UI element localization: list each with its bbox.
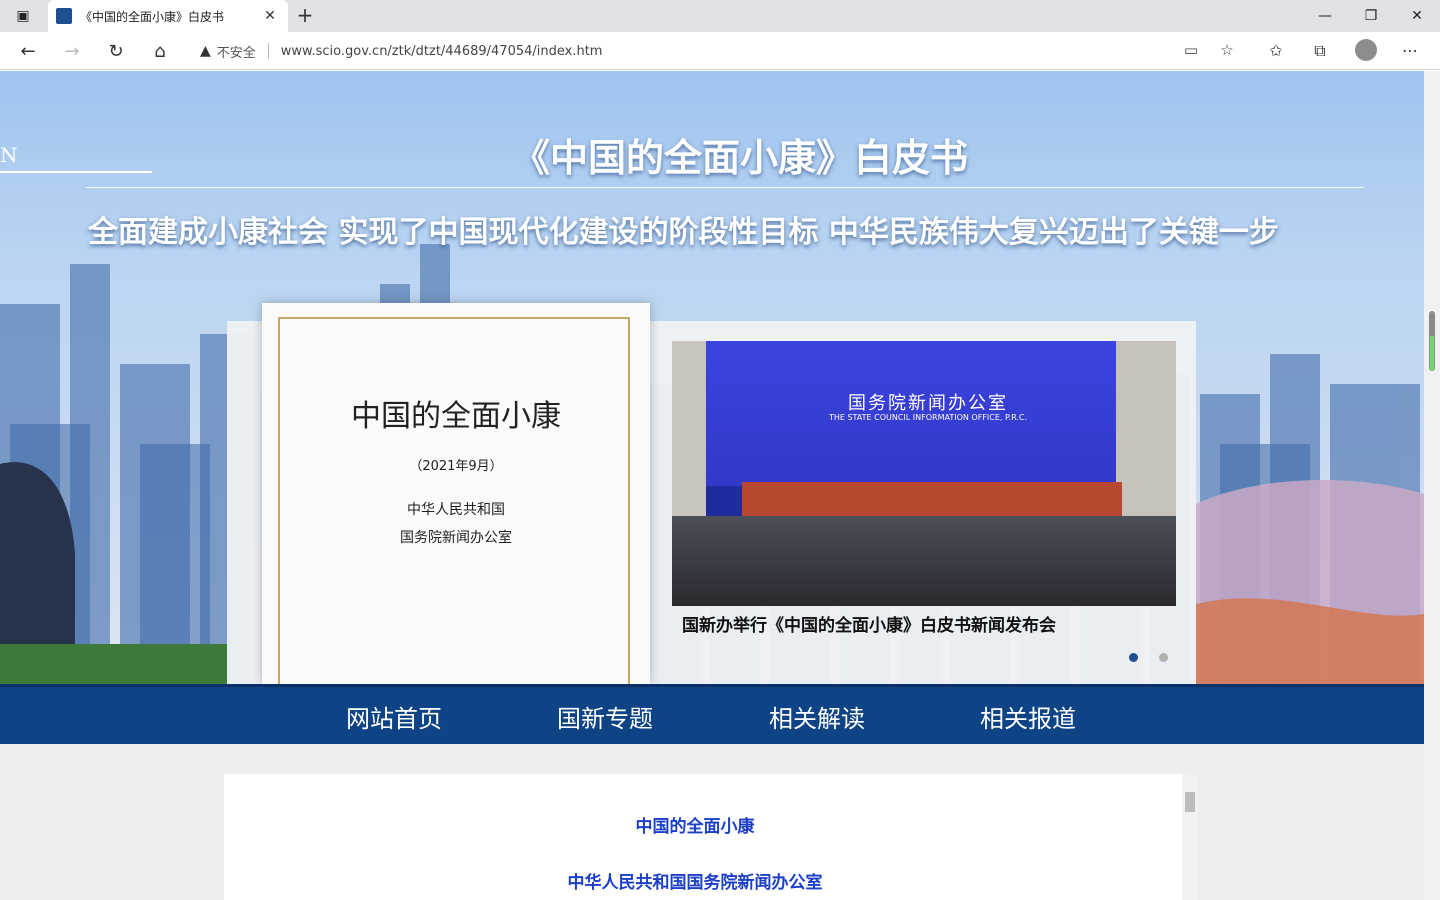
refresh-icon[interactable]: ↻ [100,36,132,66]
page-scrollbar-indicator [1430,336,1434,371]
photo-audience [672,516,1176,606]
url-text[interactable]: www.scio.gov.cn/ztk/dtzt/44689/47054/ind… [281,44,603,59]
add-favorite-icon[interactable]: ☆ [1216,41,1238,61]
content-scrollbar[interactable] [1182,774,1198,900]
new-tab-button[interactable]: + [292,4,318,28]
main-nav: 网站首页 国新专题 相关解读 相关报道 [0,684,1424,744]
cover-author-line2: 国务院新闻办公室 [400,530,512,546]
content-scrollbar-thumb[interactable] [1185,792,1195,812]
address-bar[interactable]: ▲ 不安全 www.scio.gov.cn/ztk/dtzt/44689/470… [188,35,1246,67]
forward-icon[interactable]: → [56,36,88,66]
nav-item-reports[interactable]: 相关报道 [980,699,1076,734]
cover-date: （2021年9月） [409,459,503,474]
more-menu-icon[interactable]: ⋯ [1398,39,1422,63]
address-separator [267,43,269,59]
content-title-link[interactable]: 中国的全面小康 [224,812,1166,837]
restore-button[interactable]: ❐ [1348,0,1394,32]
tab-close-icon[interactable]: ✕ [260,8,280,24]
photo-backdrop-title: 国务院新闻办公室 [848,393,1008,414]
white-paper-cover[interactable]: 中国的全面小康 （2021年9月） 中华人民共和国 国务院新闻办公室 [262,303,650,687]
slide-dot-2[interactable] [1159,653,1168,662]
active-tab[interactable]: 《中国的全面小康》白皮书 ✕ [48,0,288,32]
nav-item-interpretations[interactable]: 相关解读 [769,699,865,734]
profile-avatar[interactable] [1355,39,1377,61]
press-conference-photo[interactable]: 国务院新闻办公室 THE STATE COUNCIL INFORMATION O… [672,341,1176,606]
favorites-icon[interactable]: ✩ [1264,39,1288,63]
page-scrollbar[interactable] [1424,71,1440,900]
warning-icon[interactable]: ▲ [200,43,211,59]
tab-title: 《中国的全面小康》白皮书 [80,9,225,24]
nav-item-home[interactable]: 网站首页 [346,699,442,734]
slide-caption[interactable]: 国新办举行《中国的全面小康》白皮书新闻发布会 [682,611,1056,636]
page-viewport: N 《中国的全面小康》白皮书 全面建成小康社会 实现了中国现代化建设的阶段性目标… [0,71,1424,900]
nav-item-topics[interactable]: 国新专题 [557,699,653,734]
cover-title: 中国的全面小康 [351,399,561,434]
minimize-button[interactable]: — [1302,0,1348,32]
content-author-link[interactable]: 中华人民共和国国务院新闻办公室 [224,868,1166,893]
home-icon[interactable]: ⌂ [144,36,176,66]
collections-icon[interactable]: ⧉ [1308,39,1332,63]
site-favicon-icon [56,8,72,24]
slide-dot-1[interactable] [1129,653,1138,662]
reader-view-icon[interactable]: ▭ [1180,41,1202,61]
tab-actions-icon[interactable]: ▣ [0,0,46,32]
tab-bar: ▣ 《中国的全面小康》白皮书 ✕ + — ❐ ✕ [0,0,1440,32]
browser-toolbar: ← → ↻ ⌂ ▲ 不安全 www.scio.gov.cn/ztk/dtzt/4… [0,32,1440,70]
hero-title: 《中国的全面小康》白皮书 [511,136,968,180]
hero-banner: N 《中国的全面小康》白皮书 全面建成小康社会 实现了中国现代化建设的阶段性目标… [0,71,1424,687]
close-window-button[interactable]: ✕ [1394,0,1440,32]
security-label[interactable]: 不安全 [217,42,256,61]
back-icon[interactable]: ← [12,36,44,66]
photo-backdrop-subtitle: THE STATE COUNCIL INFORMATION OFFICE, P.… [828,413,1028,422]
cover-author-line1: 中华人民共和国 [407,502,505,518]
content-box: 中国的全面小康 中华人民共和国国务院新闻办公室 [224,774,1182,900]
hero-subtitle: 全面建成小康社会 实现了中国现代化建设的阶段性目标 中华民族伟大复兴迈出了关键一… [88,215,1279,250]
hero-divider [86,187,1364,188]
